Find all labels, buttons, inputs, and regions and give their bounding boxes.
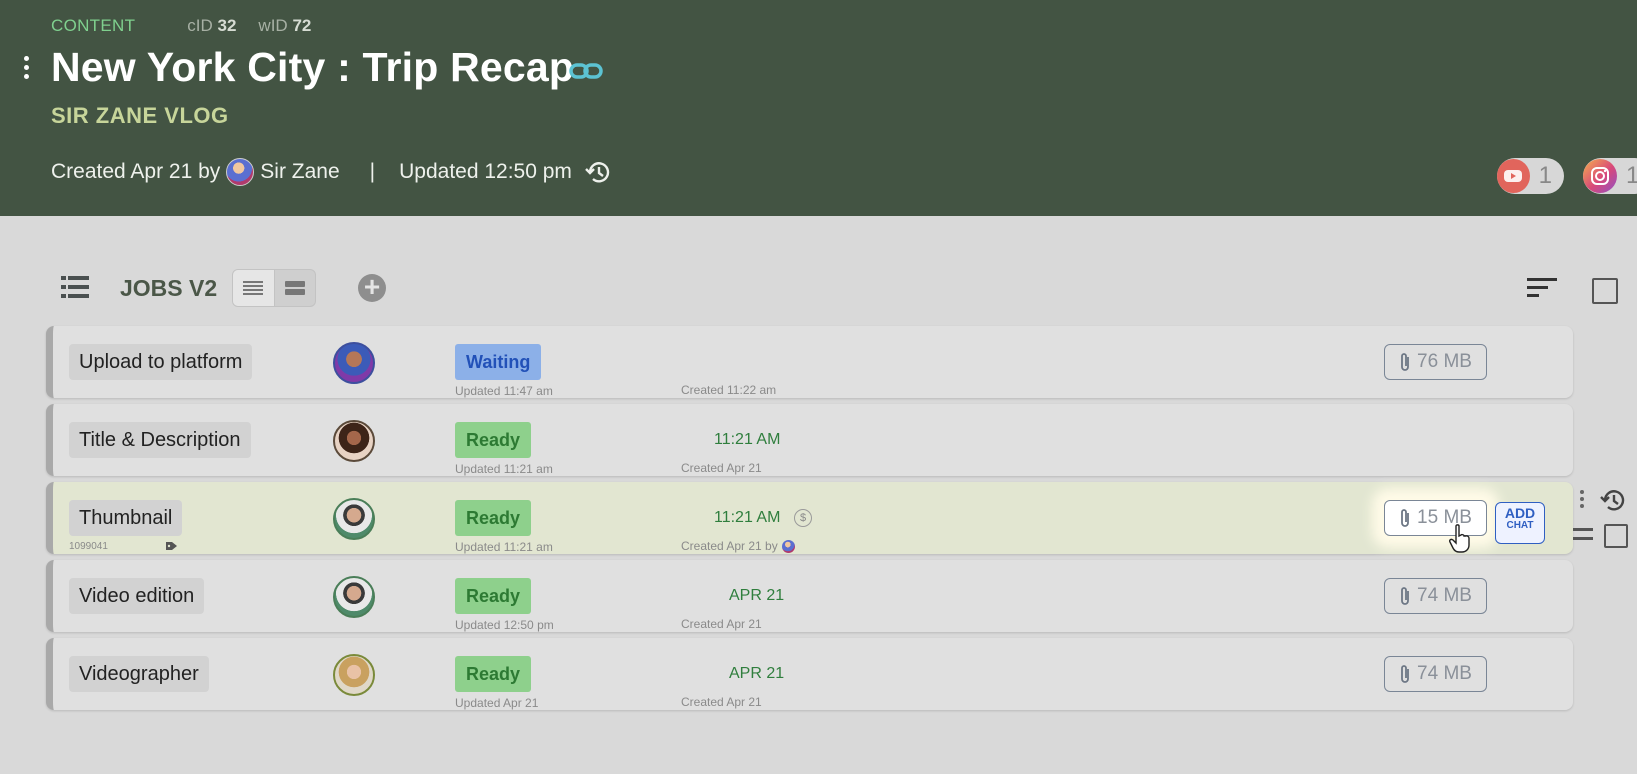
job-name[interactable]: Thumbnail [69,500,183,536]
created-time: Created Apr 21 [681,617,762,631]
created-text: Created Apr 21 [681,461,762,475]
separator: | [369,160,376,183]
instagram-count: 1 [1626,162,1637,189]
updated-time: Updated 12:50 pm [455,618,554,632]
attachment-size: 74 MB [1417,663,1472,684]
instagram-icon [1583,159,1617,193]
due-date: APR 21 [729,665,785,682]
channel-name[interactable]: SIR ZANE VLOG [51,103,229,129]
tag-icon[interactable] [165,540,179,552]
instagram-platform-badge[interactable]: 1 [1583,158,1637,194]
attachments-button[interactable]: 74 MB [1384,578,1487,614]
job-row[interactable]: Title & Description Ready 11:21 AM Updat… [46,404,1573,476]
breadcrumb: CONTENT cID 32 wID 72 [51,16,311,36]
assignee-avatar[interactable] [333,576,375,618]
updated-time: Updated Apr 21 [455,696,539,710]
due-date: APR 21 [729,587,785,604]
job-name[interactable]: Videographer [69,656,209,692]
row-more-options-icon[interactable] [1580,490,1586,512]
created-text: Created Apr 21 [681,617,762,631]
created-time: Created Apr 21 [681,461,762,475]
paperclip-icon [1401,587,1409,605]
youtube-count: 1 [1538,162,1552,189]
assignee-avatar[interactable] [333,342,375,384]
jobs-section-title: JOBS V2 [120,275,218,301]
more-options-icon[interactable] [22,56,30,86]
attachment-size: 74 MB [1417,585,1472,606]
created-text: Created 11:22 am [681,383,777,397]
content-type-label: CONTENT [51,16,136,35]
created-time: Created Apr 21 by [681,539,795,553]
content-header: CONTENT cID 32 wID 72 New York City : Tr… [0,0,1637,216]
jobs-list-icon[interactable] [60,274,90,300]
content-id: cID 32 [187,16,236,36]
hand-cursor-icon [1449,524,1470,553]
job-row[interactable]: Thumbnail 1099041 Ready 11:21 AM $ Updat… [46,482,1573,554]
job-name[interactable]: Upload to platform [69,344,253,380]
workspace-id: wID 72 [258,16,311,36]
job-row[interactable]: Video edition Ready APR 21 Updated 12:50… [46,560,1573,632]
attachments-button[interactable]: 15 MB [1384,500,1487,536]
add-chat-label-1: ADD [1504,505,1536,521]
cid-value: 32 [217,16,237,35]
link-icon[interactable] [568,57,604,85]
select-all-checkbox[interactable] [1592,278,1618,304]
compact-view-button[interactable] [233,270,275,306]
creator-avatar [226,158,255,186]
assignee-avatar[interactable] [333,498,375,540]
paperclip-icon [1401,353,1409,371]
updated-text: Updated 12:50 pm [399,160,572,183]
row-select-checkbox[interactable] [1604,524,1628,548]
drag-handle-icon[interactable] [1573,528,1593,540]
row-history-icon[interactable] [1598,485,1628,515]
job-row[interactable]: Videographer Ready APR 21 Updated Apr 21… [46,638,1573,710]
status-badge[interactable]: Ready [455,422,532,458]
updated-time: Updated 11:47 am [455,384,553,398]
wid-label: wID [258,16,288,35]
creator-mini-avatar [781,539,795,553]
attachments-button[interactable]: 74 MB [1384,656,1487,692]
created-text: Created Apr 21 by [51,160,221,183]
status-badge[interactable]: Ready [455,656,532,692]
page-title: New York City : Trip Recap [51,44,575,90]
updated-time: Updated 11:21 am [455,462,553,476]
compact-list-icon [243,281,264,295]
status-badge[interactable]: Ready [455,500,532,536]
created-time: Created Apr 21 [681,695,762,709]
due-time: 11:21 AM [714,431,781,448]
job-row[interactable]: Upload to platform Waiting Updated 11:47… [46,326,1573,398]
created-text: Created Apr 21 by [681,539,778,553]
expanded-list-icon [284,281,305,295]
paperclip-icon [1401,665,1409,683]
created-updated-line: Created Apr 21 by Sir Zane | Updated 12:… [51,158,612,186]
add-chat-label-2: CHAT [1506,520,1534,531]
created-text: Created Apr 21 [681,695,762,709]
sort-icon[interactable] [1526,276,1558,300]
due-time: 11:21 AM [714,509,781,526]
attachment-size: 76 MB [1417,351,1472,372]
updated-time: Updated 11:21 am [455,540,553,554]
youtube-icon [1497,159,1530,193]
assignee-avatar[interactable] [333,654,375,696]
youtube-platform-badge[interactable]: 1 [1497,158,1564,194]
job-id: 1099041 [69,541,108,552]
status-badge[interactable]: Waiting [455,344,542,380]
creator-name[interactable]: Sir Zane [260,160,339,184]
wid-value: 72 [292,16,312,35]
job-name[interactable]: Title & Description [69,422,251,458]
history-icon[interactable] [584,158,612,186]
status-badge[interactable]: Ready [455,578,532,614]
expanded-view-button[interactable] [275,270,316,306]
add-chat-button[interactable]: ADD CHAT [1495,502,1545,544]
dollar-icon[interactable]: $ [794,509,812,527]
job-name[interactable]: Video edition [69,578,205,614]
cid-label: cID [187,16,213,35]
view-mode-toggle[interactable] [232,269,316,307]
paperclip-icon [1401,509,1409,527]
attachments-button[interactable]: 76 MB [1384,344,1487,380]
created-time: Created 11:22 am [681,383,776,397]
assignee-avatar[interactable] [333,420,375,462]
add-job-button[interactable]: + [358,273,386,302]
